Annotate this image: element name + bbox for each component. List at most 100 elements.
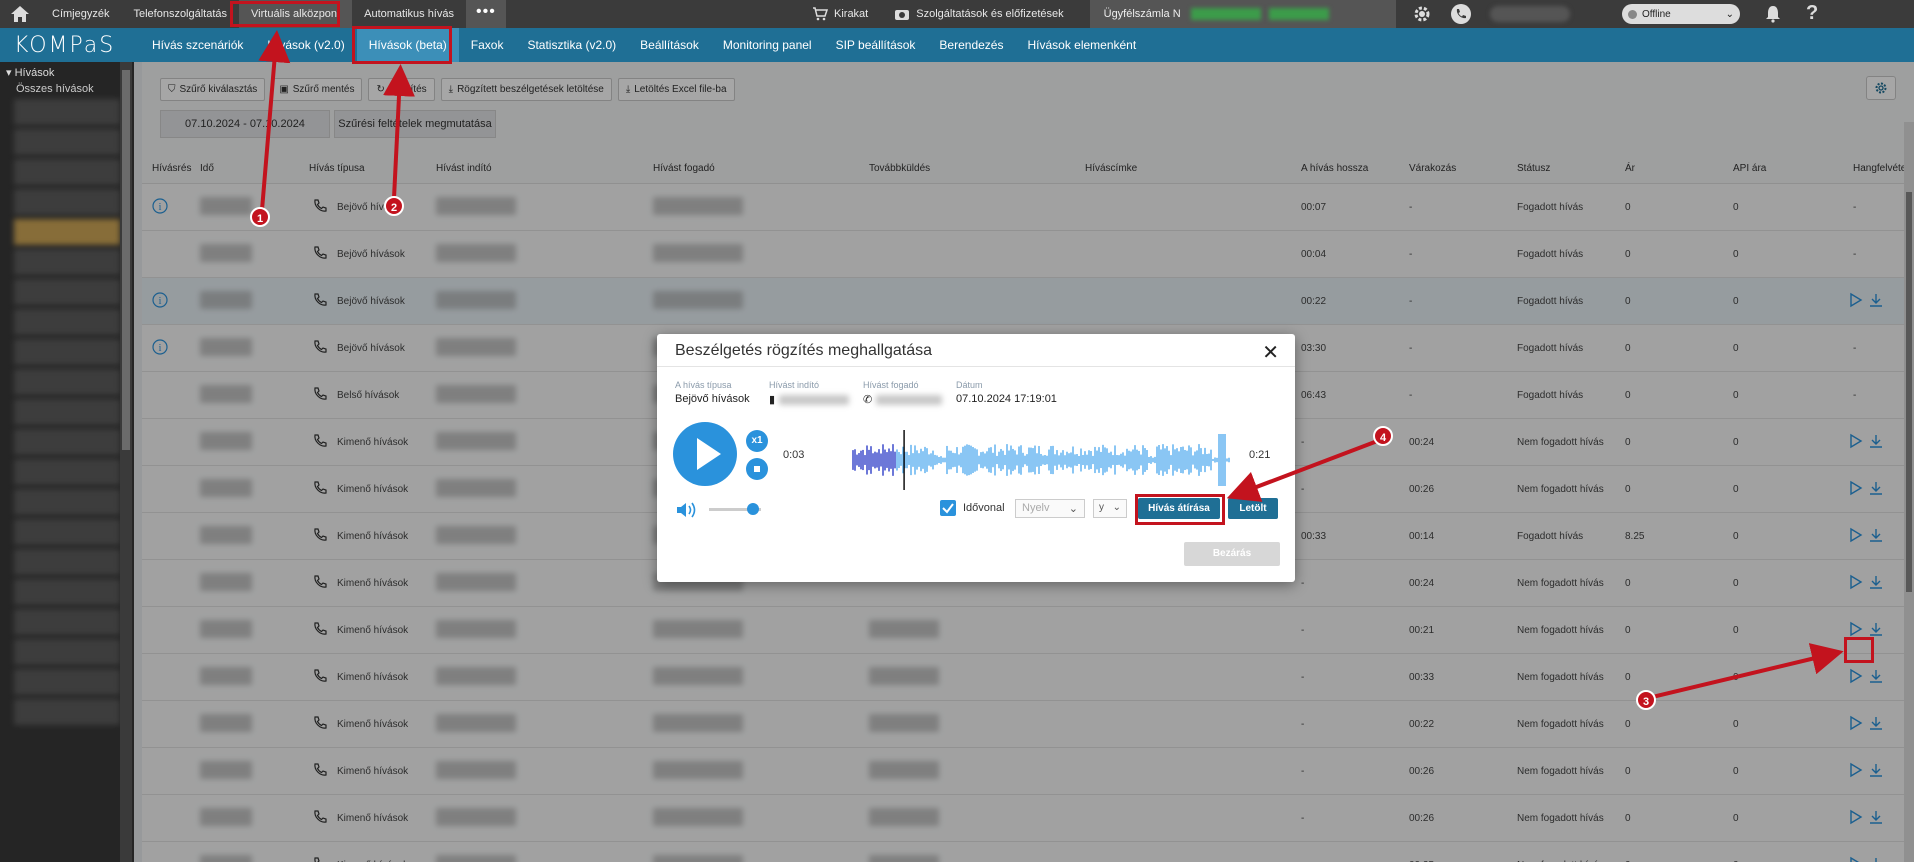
sidebar-item[interactable] (14, 609, 120, 635)
annotation-badge-3: 3 (1636, 690, 1656, 710)
sidebar-item[interactable] (14, 579, 120, 605)
account-info[interactable]: Ügyfélszámla N (1089, 0, 1396, 28)
chevron-down-icon: ⌄ (1068, 503, 1078, 515)
nav-sip-settings[interactable]: SIP beállítások (824, 28, 928, 62)
nav-call-scenarios[interactable]: Hívás szcenáriók (140, 28, 255, 62)
date-info: Dátum 07.10.2024 17:19:01 (956, 380, 1057, 405)
annotation-badge-1: 1 (250, 207, 270, 227)
top-link-auto-call[interactable]: Automatikus hívás (352, 0, 466, 28)
sidebar-item[interactable] (14, 339, 120, 365)
annotation-badge-4: 4 (1373, 426, 1393, 446)
receiver-info: Hívást fogadó ✆ (863, 380, 943, 406)
sidebar-item[interactable] (14, 459, 120, 485)
volume-slider-handle[interactable] (747, 503, 760, 515)
nav-calls-v2[interactable]: Hívások (v2.0) (255, 28, 356, 62)
sidebar-item-selected[interactable] (14, 219, 120, 245)
sidebar-item[interactable] (14, 369, 120, 395)
sidebar-item[interactable] (14, 639, 120, 665)
nav-statistics[interactable]: Statisztika (v2.0) (515, 28, 628, 62)
play-button[interactable] (673, 422, 737, 486)
status-dot (1628, 9, 1637, 19)
nav-calls-per-item[interactable]: Hívások elemenként (1015, 28, 1148, 62)
close-icon[interactable]: ✕ (1262, 340, 1279, 365)
bell-icon[interactable] (1765, 5, 1781, 23)
sidebar-item[interactable] (14, 429, 120, 455)
top-right-group: Kirakat Szolgáltatások és előfizetések Ü… (812, 0, 1396, 28)
timeline-label: Idővonal (963, 502, 1005, 514)
top-link-contacts[interactable]: Címjegyzék (40, 0, 121, 28)
sidebar-item[interactable] (14, 249, 120, 275)
chevron-down-icon: ⌄ (1725, 8, 1734, 20)
play-icon (697, 438, 721, 470)
caller-info: Hívást indító ▮ (769, 380, 850, 406)
more-menu-button[interactable]: ••• (465, 0, 506, 28)
highlight-virtual-pbx (230, 1, 340, 27)
help-icon[interactable]: ? (1806, 2, 1818, 25)
dialog-title: Beszélgetés rögzítés meghallgatása (675, 342, 933, 359)
sidebar-title-label: Hívások (14, 67, 55, 79)
shop-link[interactable]: Kirakat (812, 7, 868, 21)
sidebar-item[interactable] (14, 669, 120, 695)
status-value: Offline (1642, 8, 1671, 20)
sidebar-item[interactable] (14, 99, 120, 125)
phone-icon[interactable] (1450, 3, 1472, 25)
waveform[interactable] (847, 430, 1237, 490)
timeline-checkbox[interactable] (940, 500, 956, 516)
download-button[interactable]: Letölt (1228, 498, 1278, 519)
highlight-play-recording (1844, 637, 1874, 663)
sidebar-item[interactable] (14, 159, 120, 185)
language-placeholder: Nyelv (1022, 502, 1050, 514)
current-time: 0:03 (783, 449, 805, 461)
sidebar-item[interactable] (14, 699, 120, 725)
services-link[interactable]: Szolgáltatások és előfizetések (894, 7, 1064, 21)
speed-button[interactable]: x1 (746, 430, 768, 452)
volume-icon[interactable] (675, 500, 699, 520)
logo: KOMPaS (14, 32, 116, 58)
call-type-info: A hívás típusa Bejövő hívások (675, 380, 750, 405)
highlight-calls-beta (352, 26, 452, 64)
call-type-label: A hívás típusa (675, 380, 732, 390)
call-type-value: Bejövő hívások (675, 393, 750, 405)
shop-label: Kirakat (834, 8, 869, 20)
receiver-label: Hívást fogadó (863, 380, 919, 390)
receiver-value: ✆ (863, 393, 943, 406)
checkmark-icon (942, 503, 954, 514)
nav-devices[interactable]: Berendezés (927, 28, 1015, 62)
user-avatar[interactable] (1490, 6, 1570, 22)
sidebar-item[interactable] (14, 489, 120, 515)
gear-icon[interactable] (1412, 4, 1432, 24)
date-label: Dátum (956, 380, 983, 390)
sidebar: ▾ Hívások Összes hívások (0, 62, 134, 862)
top-icons (1412, 0, 1570, 28)
sidebar-item[interactable] (14, 519, 120, 545)
services-label: Szolgáltatások és előfizetések (916, 8, 1064, 20)
sidebar-scroll-thumb[interactable] (122, 70, 130, 450)
sidebar-item[interactable] (14, 309, 120, 335)
top-link-telephony[interactable]: Telefonszolgáltatás (121, 0, 239, 28)
language-select[interactable]: Nyelv ⌄ (1015, 499, 1085, 518)
caller-number (779, 394, 850, 405)
close-button[interactable]: Bezárás (1184, 542, 1280, 566)
nav-monitoring[interactable]: Monitoring panel (711, 28, 824, 62)
sidebar-item-all-calls[interactable]: Összes hívások (0, 83, 134, 95)
status-select[interactable]: Offline ⌄ (1622, 4, 1740, 24)
total-time: 0:21 (1249, 449, 1271, 461)
nav-faxes[interactable]: Faxok (459, 28, 516, 62)
sidebar-item[interactable] (14, 549, 120, 575)
sidebar-title[interactable]: ▾ Hívások (0, 62, 134, 83)
home-icon[interactable] (0, 0, 40, 28)
sidebar-item[interactable] (14, 279, 120, 305)
caller-label: Hívást indító (769, 380, 820, 390)
nav-settings[interactable]: Beállítások (628, 28, 711, 62)
sidebar-item[interactable] (14, 399, 120, 425)
stop-button[interactable] (746, 458, 768, 480)
receiver-number (876, 394, 943, 405)
annotation-badge-2: 2 (384, 196, 404, 216)
sidebar-item[interactable] (14, 129, 120, 155)
sidebar-item[interactable] (14, 189, 120, 215)
account-balance-2 (1268, 8, 1329, 20)
mobile-icon: ▮ (769, 394, 776, 406)
account-label: Ügyfélszámla N (1103, 8, 1181, 20)
secondary-select[interactable]: y ⌄ (1093, 499, 1127, 518)
caller-value: ▮ (769, 393, 850, 406)
